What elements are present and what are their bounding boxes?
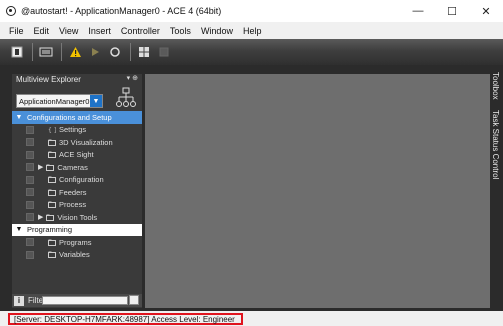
server-status: [Server: DESKTOP-H7MFARK:48987] Access L… <box>8 313 243 325</box>
toolbar-separator <box>61 43 62 61</box>
folder-icon <box>48 139 56 146</box>
tree-item-cameras[interactable]: ▶ Cameras <box>12 161 142 174</box>
folder-icon <box>46 164 55 171</box>
warning-icon[interactable] <box>66 43 84 61</box>
folder-icon <box>48 176 56 184</box>
tab-toolbox[interactable]: Toolbox <box>491 72 500 100</box>
menu-tools[interactable]: Tools <box>165 26 196 36</box>
tree-label: Vision Tools <box>57 212 98 222</box>
toolbar-separator <box>32 43 33 61</box>
window-title: @autostart! - ApplicationManager0 - ACE … <box>21 6 222 16</box>
tree-label: Process <box>59 200 87 210</box>
row-marker <box>26 138 34 147</box>
menu-edit[interactable]: Edit <box>29 26 55 36</box>
tree-item-settings[interactable]: { } Settings <box>12 124 142 137</box>
tree-item-programs[interactable]: Programs <box>12 236 142 249</box>
tree-item-variables[interactable]: Variables <box>12 249 142 262</box>
menu-controller[interactable]: Controller <box>116 26 165 36</box>
toolbar-separator <box>130 43 131 61</box>
folder-icon <box>46 214 55 221</box>
refresh-icon[interactable] <box>106 43 124 61</box>
row-marker <box>26 150 34 159</box>
tree-item-feeders[interactable]: Feeders <box>12 186 142 199</box>
minimize-button[interactable]: — <box>401 0 435 22</box>
collapsed-arrow-icon[interactable]: ▶ <box>38 213 43 221</box>
row-marker <box>26 200 34 209</box>
tree-label: Settings <box>59 125 87 135</box>
tab-task-status-control[interactable]: Task Status Control <box>491 110 500 179</box>
server-status-text: [Server: DESKTOP-H7MFARK:48987] Access L… <box>14 314 235 324</box>
application-selector-value: ApplicationManager0 <box>19 96 90 106</box>
menu-help[interactable]: Help <box>238 26 267 36</box>
close-button[interactable]: ✕ <box>469 0 503 22</box>
title-bar: @autostart! - ApplicationManager0 - ACE … <box>0 0 503 22</box>
folder-icon <box>48 189 56 196</box>
filter-input[interactable] <box>42 296 128 305</box>
row-marker <box>26 175 34 184</box>
expanded-arrow-icon[interactable]: ▼ <box>14 114 24 121</box>
explorer-header: Multiview Explorer ▾ ⊕ <box>12 74 142 85</box>
tree-label: ACE Sight <box>59 150 94 160</box>
row-marker <box>26 188 34 197</box>
tree-group-programming[interactable]: ▼ Programming <box>12 223 142 236</box>
tree-item-process[interactable]: Process <box>12 199 142 212</box>
row-marker <box>26 238 34 247</box>
tree-item-vision-tools[interactable]: ▶ Vision Tools <box>12 211 142 224</box>
disabled-icon[interactable] <box>155 43 173 61</box>
multiview-explorer: Multiview Explorer ▾ ⊕ ApplicationManage… <box>12 74 142 308</box>
row-marker <box>26 213 34 222</box>
tree-label: Variables <box>59 250 90 260</box>
tree-group-configurations[interactable]: ▼ Configurations and Setup <box>12 111 142 124</box>
keyboard-icon[interactable] <box>37 43 55 61</box>
folder-icon <box>48 239 56 246</box>
side-tab-strip: Toolbox Task Status Control <box>490 70 503 310</box>
tree-label: Programs <box>59 237 92 247</box>
window-controls: — ☐ ✕ <box>401 0 503 22</box>
menu-bar: File Edit View Insert Controller Tools W… <box>0 22 503 39</box>
tree-label: Feeders <box>59 187 87 197</box>
application-selector[interactable]: ApplicationManager0 ▼ <box>16 94 103 108</box>
folder-icon <box>48 151 56 159</box>
folder-icon <box>48 201 56 209</box>
run-icon[interactable] <box>86 43 104 61</box>
row-marker <box>26 250 34 259</box>
menu-window[interactable]: Window <box>196 26 238 36</box>
status-bar: [Server: DESKTOP-H7MFARK:48987] Access L… <box>0 311 503 326</box>
row-marker <box>26 125 34 134</box>
tree-label: Cameras <box>57 162 88 172</box>
chevron-down-icon[interactable]: ▼ <box>90 95 102 107</box>
tree-item-ace-sight[interactable]: ACE Sight <box>12 149 142 162</box>
toolbar <box>0 39 503 65</box>
tree-label: Configurations and Setup <box>27 112 112 122</box>
tree-item-3d-visualization[interactable]: 3D Visualization <box>12 136 142 149</box>
stop-icon[interactable] <box>8 43 26 61</box>
folder-icon <box>48 251 56 259</box>
filter-options-button[interactable] <box>129 295 139 305</box>
tree-label: Programming <box>27 225 73 235</box>
app-icon <box>6 6 16 16</box>
tree-label: Configuration <box>59 175 104 185</box>
hierarchy-icon[interactable] <box>115 87 137 111</box>
explorer-tree: ▼ Configurations and Setup { } Settings … <box>12 111 142 261</box>
filter-bar: i Filter <box>12 294 142 307</box>
row-marker <box>26 163 34 172</box>
explorer-title: Multiview Explorer <box>16 75 81 84</box>
menu-view[interactable]: View <box>54 26 83 36</box>
settings-icon: { } <box>48 126 56 133</box>
expanded-arrow-icon[interactable]: ▼ <box>14 226 24 233</box>
tree-item-configuration[interactable]: Configuration <box>12 174 142 187</box>
collapsed-arrow-icon[interactable]: ▶ <box>38 163 43 171</box>
menu-insert[interactable]: Insert <box>83 26 116 36</box>
info-icon: i <box>14 295 24 306</box>
grid-icon[interactable] <box>135 43 153 61</box>
pin-icon[interactable]: ▾ ⊕ <box>127 74 138 82</box>
editor-workspace[interactable] <box>145 74 490 308</box>
maximize-button[interactable]: ☐ <box>435 0 469 22</box>
tree-label: 3D Visualization <box>59 137 113 147</box>
menu-file[interactable]: File <box>4 26 29 36</box>
svg-text:{ }: { } <box>48 127 56 133</box>
